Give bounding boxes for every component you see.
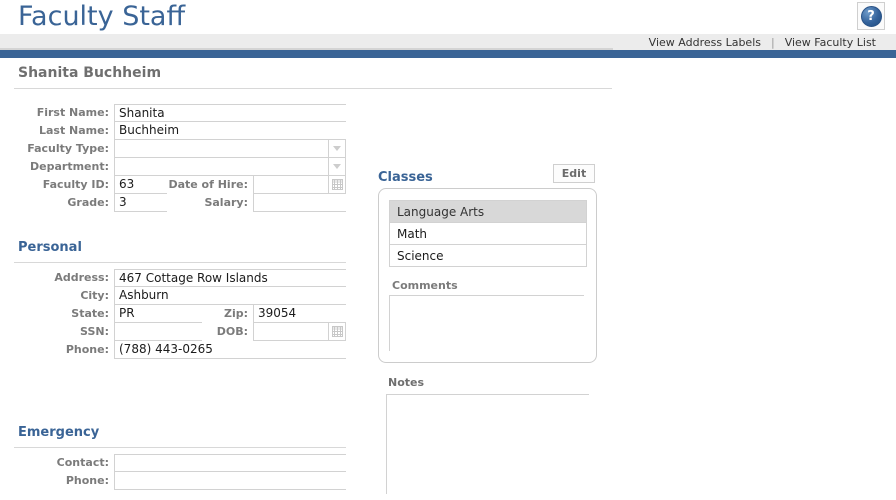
calendar-icon[interactable] xyxy=(328,176,346,194)
department-label: Department: xyxy=(30,160,109,173)
chevron-down-icon[interactable] xyxy=(328,140,346,158)
field-row-city: City: Ashburn xyxy=(14,287,346,305)
last-name-input[interactable]: Buchheim xyxy=(114,122,346,140)
app-title: Faculty Staff xyxy=(18,1,186,32)
section-heading-emergency: Emergency xyxy=(18,425,100,440)
date-of-hire-label: Date of Hire: xyxy=(168,178,248,191)
section-rule-personal xyxy=(14,262,346,263)
dob-input[interactable] xyxy=(253,323,328,341)
section-heading-personal: Personal xyxy=(18,240,82,255)
address-input[interactable]: 467 Cottage Row Islands xyxy=(114,269,346,287)
phone-label: Phone: xyxy=(65,343,109,356)
field-row-faculty-type: Faculty Type: xyxy=(14,140,346,158)
date-of-hire-input[interactable] xyxy=(253,176,328,194)
dob-label: DOB: xyxy=(216,325,248,338)
nav-divider-line xyxy=(0,48,613,50)
emergency-contact-label: Contact: xyxy=(56,456,109,469)
salary-input[interactable] xyxy=(253,194,346,212)
state-label: State: xyxy=(71,307,109,320)
department-select[interactable] xyxy=(114,158,328,176)
notes-textarea[interactable] xyxy=(386,394,589,494)
zip-label: Zip: xyxy=(223,307,248,320)
emergency-phone-input[interactable] xyxy=(114,472,346,490)
page-title-rule xyxy=(14,88,612,89)
accent-bar xyxy=(0,50,896,58)
classes-panel: Language Arts Math Science Comments xyxy=(378,188,597,363)
field-row-grade: Grade: 3 Salary: xyxy=(14,194,346,212)
state-input[interactable]: PR xyxy=(114,305,202,323)
city-input[interactable]: Ashburn xyxy=(114,287,346,305)
calendar-icon[interactable] xyxy=(328,323,346,341)
list-item[interactable]: Science xyxy=(390,245,586,267)
first-name-label: First Name: xyxy=(36,106,109,119)
address-label: Address: xyxy=(54,271,109,284)
field-row-department: Department: xyxy=(14,158,346,176)
field-row-first-name: First Name: Shanita xyxy=(14,104,346,122)
page-title: Shanita Buchheim xyxy=(18,65,162,81)
field-row-last-name: Last Name: Buchheim xyxy=(14,122,346,140)
field-row-phone: Phone: (788) 443-0265 xyxy=(14,341,346,359)
section-rule-emergency xyxy=(14,447,346,448)
emergency-contact-input[interactable] xyxy=(114,454,346,472)
ssn-input[interactable] xyxy=(114,323,202,341)
page-content: Shanita Buchheim First Name: Shanita Las… xyxy=(0,58,896,500)
comments-label: Comments xyxy=(392,279,458,292)
classes-list: Language Arts Math Science xyxy=(389,200,587,267)
nav-link-view-address-labels[interactable]: View Address Labels xyxy=(639,36,771,49)
help-icon: ? xyxy=(860,5,882,27)
field-row-emergency-contact: Contact: xyxy=(14,454,346,472)
zip-input[interactable]: 39054 xyxy=(253,305,346,323)
edit-button[interactable]: Edit xyxy=(553,164,595,183)
nav-links: View Address Labels | View Faculty List xyxy=(639,34,886,50)
first-name-input[interactable]: Shanita xyxy=(114,104,346,122)
ssn-label: SSN: xyxy=(80,325,109,338)
phone-input[interactable]: (788) 443-0265 xyxy=(114,341,346,359)
field-row-emergency-phone: Phone: xyxy=(14,472,346,490)
grade-input[interactable]: 3 xyxy=(114,194,167,212)
nav-link-view-faculty-list[interactable]: View Faculty List xyxy=(775,36,886,49)
city-label: City: xyxy=(80,289,109,302)
section-heading-classes: Classes xyxy=(378,170,433,185)
grade-label: Grade: xyxy=(67,196,109,209)
faculty-id-label: Faculty ID: xyxy=(42,178,109,191)
last-name-label: Last Name: xyxy=(38,124,109,137)
field-row-state-zip: State: PR Zip: 39054 xyxy=(14,305,346,323)
list-item[interactable]: Language Arts xyxy=(390,201,586,223)
list-item[interactable]: Math xyxy=(390,223,586,245)
faculty-id-input[interactable]: 63 xyxy=(114,176,167,194)
secondary-nav: View Address Labels | View Faculty List xyxy=(0,34,896,50)
faculty-type-label: Faculty Type: xyxy=(27,142,109,155)
comments-textarea[interactable] xyxy=(389,295,584,351)
salary-label: Salary: xyxy=(204,196,248,209)
app-header: Faculty Staff ? xyxy=(0,0,896,34)
field-row-address: Address: 467 Cottage Row Islands xyxy=(14,269,346,287)
emergency-phone-label: Phone: xyxy=(65,474,109,487)
notes-label: Notes xyxy=(388,376,425,389)
field-row-faculty-id: Faculty ID: 63 Date of Hire: xyxy=(14,176,346,194)
field-row-ssn-dob: SSN: DOB: xyxy=(14,323,346,341)
chevron-down-icon[interactable] xyxy=(328,158,346,176)
help-button[interactable]: ? xyxy=(857,2,885,30)
faculty-type-select[interactable] xyxy=(114,140,328,158)
